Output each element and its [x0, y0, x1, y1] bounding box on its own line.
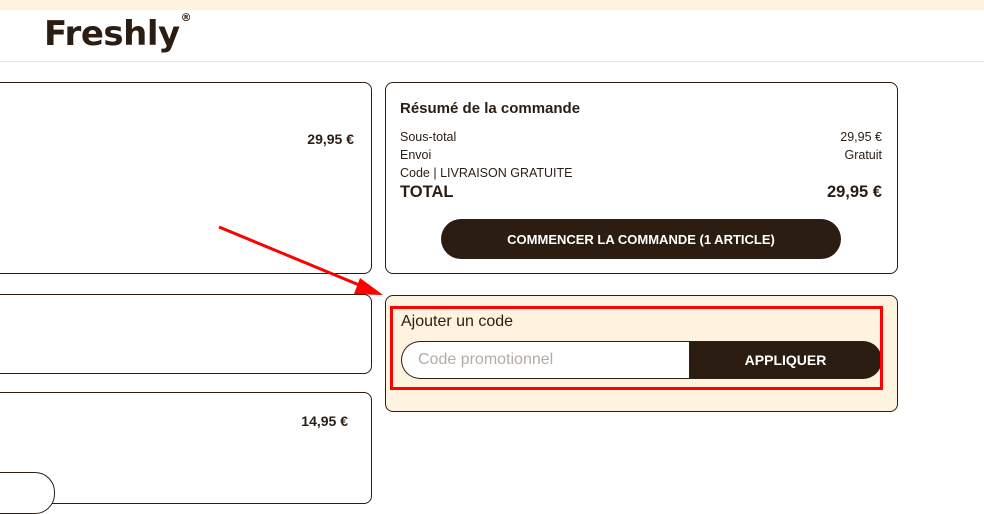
shipping-row: Envoi Gratuit — [400, 148, 882, 162]
promo-code-card: Ajouter un code APPLIQUER — [385, 295, 898, 412]
top-banner-strip — [0, 0, 984, 10]
site-header: Freshly® — [0, 10, 984, 62]
applied-code-label: Code | LIVRAISON GRATUITE — [400, 166, 573, 180]
total-value: 29,95 € — [826, 183, 882, 201]
addon-item-card: 14,95 € — [0, 392, 372, 514]
promo-code-input[interactable] — [401, 341, 689, 379]
brand-name: Freshly — [44, 14, 180, 54]
promo-code-title: Ajouter un code — [401, 313, 514, 330]
shipping-value: Gratuit — [844, 148, 882, 162]
order-summary-title: Résumé de la commande — [400, 100, 581, 117]
apply-code-button[interactable]: APPLIQUER — [689, 341, 882, 379]
cart-section-card — [0, 294, 372, 374]
checkout-button[interactable]: COMMENCER LA COMMANDE (1 ARTICLE) — [441, 219, 841, 259]
shipping-label: Envoi — [400, 148, 432, 162]
total-row: TOTAL 29,95 € — [400, 183, 882, 202]
registered-mark: ® — [180, 10, 192, 24]
subtotal-row: Sous-total 29,95 € — [400, 130, 882, 144]
addon-add-button[interactable] — [0, 472, 55, 514]
cart-item-card: 29,95 € — [0, 82, 372, 274]
applied-code-row: Code | LIVRAISON GRATUITE — [400, 166, 882, 180]
subtotal-label: Sous-total — [400, 130, 457, 144]
addon-item-price: 14,95 € — [301, 413, 348, 429]
subtotal-value: 29,95 € — [840, 130, 882, 144]
order-summary-card: Résumé de la commande Sous-total 29,95 €… — [385, 82, 898, 274]
cart-item-price: 29,95 € — [307, 131, 354, 147]
total-label: TOTAL — [400, 183, 454, 201]
brand-logo[interactable]: Freshly® — [44, 10, 192, 54]
